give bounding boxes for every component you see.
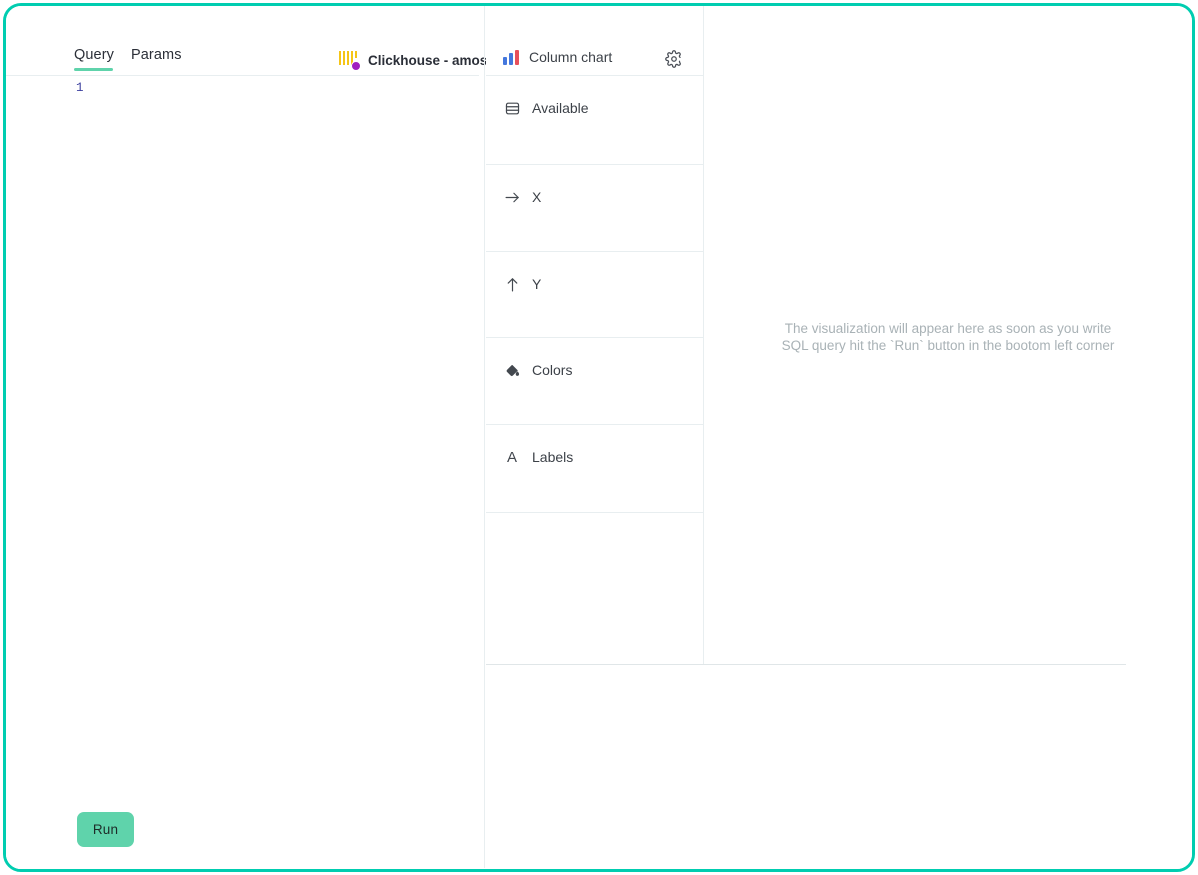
chart-settings-button[interactable] [665, 50, 683, 68]
sql-editor-input[interactable] [96, 80, 466, 770]
gear-icon [665, 50, 681, 68]
config-section-empty [486, 513, 703, 660]
config-section-label: Colors [532, 362, 573, 378]
connection-selector[interactable]: Clickhouse - amos [339, 48, 487, 72]
config-section-header: X [486, 165, 703, 213]
config-section-header: Available [486, 76, 703, 124]
app-window: Query Params Clickhouse - amos 1 Run Col… [3, 3, 1195, 872]
config-section-x[interactable]: X [486, 165, 703, 252]
config-section-labels[interactable]: A Labels [486, 425, 703, 513]
config-section-label: X [532, 189, 542, 205]
arrow-up-icon [503, 275, 521, 293]
tab-query[interactable]: Query [74, 47, 114, 63]
config-section-header: Colors [486, 338, 703, 386]
editor-line-number: 1 [76, 81, 84, 95]
query-pane: Query Params Clickhouse - amos 1 Run [6, 6, 487, 869]
chart-config-panel: Column chart Available X Y Colors A Labe… [486, 6, 704, 665]
connection-label: Clickhouse - amos [368, 52, 488, 68]
letter-a-icon: A [506, 448, 517, 466]
config-section-label: Available [532, 100, 589, 116]
column-chart-icon [503, 49, 519, 65]
tab-params[interactable]: Params [131, 47, 182, 63]
config-section-available[interactable]: Available [486, 76, 703, 165]
chart-type-label: Column chart [529, 49, 613, 65]
visualization-bottom-divider [486, 664, 1126, 666]
visualization-placeholder-text: The visualization will appear here as so… [781, 321, 1115, 353]
config-section-label: Y [532, 276, 542, 292]
config-section-y[interactable]: Y [486, 252, 703, 338]
config-section-colors[interactable]: Colors [486, 338, 703, 425]
arrow-right-icon [503, 188, 521, 206]
paint-bucket-icon [503, 361, 521, 379]
active-tab-indicator [74, 68, 113, 71]
config-section-header: Y [486, 252, 703, 300]
database-icon [503, 99, 521, 117]
config-section-label: Labels [532, 449, 574, 465]
results-area [486, 666, 1192, 869]
sql-editor[interactable]: 1 [6, 76, 479, 869]
config-section-header: A Labels [486, 425, 703, 473]
clickhouse-icon [339, 50, 361, 71]
chart-config-header: Column chart [486, 6, 703, 76]
visualization-area: The visualization will appear here as so… [704, 6, 1192, 665]
chart-type-selector[interactable]: Column chart [503, 49, 612, 65]
run-button[interactable]: Run [77, 812, 134, 847]
